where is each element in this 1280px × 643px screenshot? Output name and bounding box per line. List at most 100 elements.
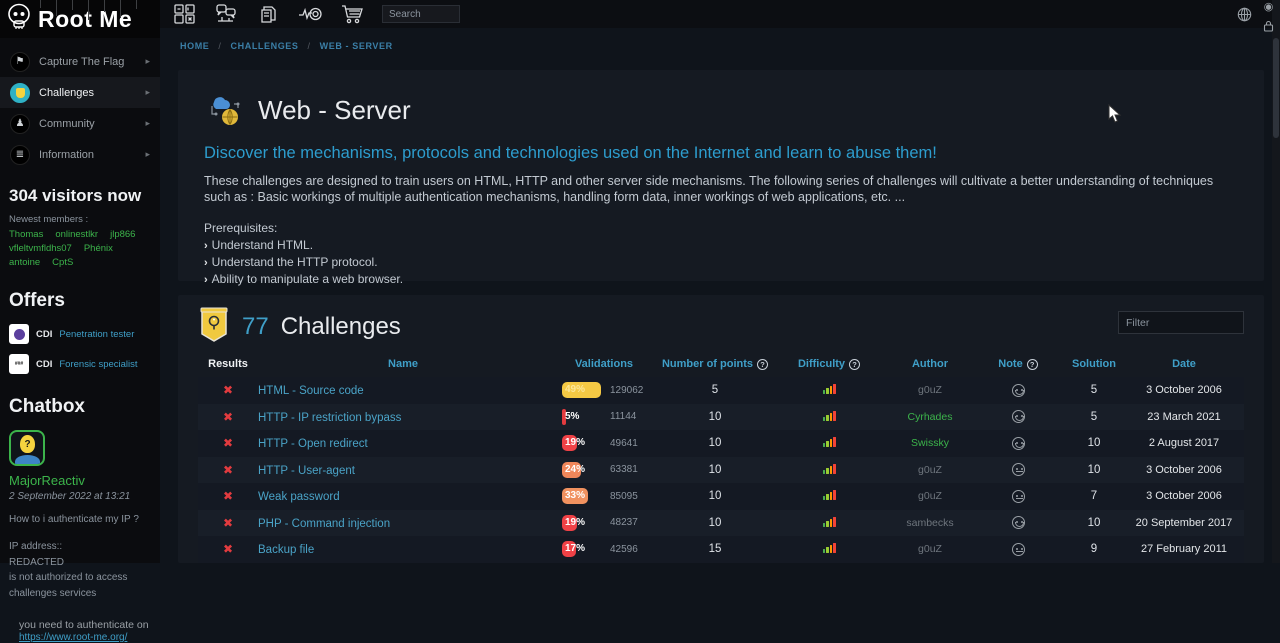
chat-quote-text: you need to authenticate on	[19, 619, 151, 631]
solution-count[interactable]: 5	[1064, 411, 1124, 423]
solution-count[interactable]: 10	[1064, 464, 1124, 476]
chat-message-line: is not authorized to access	[9, 570, 151, 586]
search-input[interactable]	[382, 5, 460, 23]
ctf-activity-icon[interactable]	[298, 3, 322, 25]
column-header-date[interactable]: Date	[1124, 358, 1244, 370]
chat-username-link[interactable]: MajorReactiv	[9, 473, 151, 488]
column-header-label: Results	[208, 358, 248, 370]
challenge-categories-icon[interactable]	[172, 3, 196, 25]
forum-chat-icon[interactable]	[214, 3, 238, 25]
solution-count[interactable]: 5	[1064, 384, 1124, 396]
breadcrumb-link[interactable]: WEB - SERVER	[320, 41, 393, 51]
scrollbar-thumb[interactable]	[1273, 38, 1279, 138]
sidebar-item-community[interactable]: ♟Community▸	[0, 108, 160, 139]
column-header-results[interactable]: Results	[198, 358, 258, 370]
table-row: ✖ HTML - Source code 49% 129062 5 g0uZ 5…	[198, 377, 1244, 404]
column-header-number-of-points[interactable]: Number of points?	[660, 358, 770, 370]
difficulty-bars-icon	[823, 516, 836, 527]
validation-pct: 33%	[565, 490, 585, 501]
lock-icon[interactable]	[1263, 20, 1274, 35]
category-header-panel: Web - Server Discover the mechanisms, pr…	[178, 70, 1264, 281]
member-link[interactable]: CptS	[52, 257, 73, 268]
flag-icon: ⚑	[10, 52, 30, 72]
validations-cell: 5% 11144	[548, 409, 660, 425]
chat-quote-link[interactable]: https://www.root-me.org/	[19, 632, 127, 643]
challenge-link[interactable]: Weak password	[258, 491, 340, 503]
validation-pct: 24%	[565, 464, 585, 475]
column-header-name[interactable]: Name	[258, 358, 548, 370]
column-header-difficulty[interactable]: Difficulty?	[770, 358, 888, 370]
avatar[interactable]: ?	[9, 430, 45, 466]
challenge-link[interactable]: HTTP - IP restriction bypass	[258, 412, 401, 424]
books-icon: ≣	[10, 145, 30, 165]
validation-count: 63381	[610, 464, 638, 475]
filter-input[interactable]	[1118, 311, 1244, 334]
chat-quote: you need to authenticate on https://www.…	[9, 619, 151, 643]
member-link[interactable]: onlinestlkr	[55, 229, 98, 240]
member-link[interactable]: Phénix	[84, 243, 113, 254]
logo[interactable]: Root Me	[0, 0, 160, 38]
avatar-head-icon: ?	[20, 435, 35, 453]
column-header-validations[interactable]: Validations	[548, 358, 660, 370]
author-cell[interactable]: g0uZ	[888, 464, 972, 476]
offer-item: ###CDIForensic specialist	[9, 354, 151, 374]
note-face-icon	[1012, 410, 1025, 423]
difficulty-cell	[770, 516, 888, 530]
solution-count[interactable]: 7	[1064, 490, 1124, 502]
member-link[interactable]: Thomas	[9, 229, 43, 240]
date-cell: 2 August 2017	[1124, 437, 1244, 449]
help-icon[interactable]: ?	[1027, 359, 1038, 370]
solution-count[interactable]: 10	[1064, 437, 1124, 449]
author-cell[interactable]: Cyrhades	[888, 411, 972, 423]
challenge-link[interactable]: Backup file	[258, 544, 314, 556]
solution-count[interactable]: 9	[1064, 543, 1124, 555]
points-cell: 10	[660, 490, 770, 502]
author-cell[interactable]: g0uZ	[888, 543, 972, 555]
topbar	[160, 0, 1280, 28]
hanging-decor-line	[40, 0, 41, 8]
breadcrumb-link[interactable]: HOME	[180, 41, 209, 51]
offer-link[interactable]: Forensic specialist	[59, 359, 137, 370]
sidebar-item-challenges[interactable]: Challenges▸	[0, 77, 160, 108]
challenge-link[interactable]: PHP - Command injection	[258, 518, 390, 530]
table-row: ✖ HTTP - IP restriction bypass 5% 11144 …	[198, 404, 1244, 431]
column-header-solution[interactable]: Solution	[1064, 358, 1124, 370]
sidebar-item-capture-the-flag[interactable]: ⚑Capture The Flag▸	[0, 46, 160, 77]
record-dot-icon[interactable]: ◉	[1264, 2, 1274, 13]
breadcrumb-link[interactable]: CHALLENGES	[231, 41, 299, 51]
offers-title: Offers	[9, 290, 151, 312]
author-cell[interactable]: Swissky	[888, 437, 972, 449]
difficulty-bars-icon	[823, 436, 836, 447]
sidebar-item-information[interactable]: ≣Information▸	[0, 139, 160, 170]
scrollbar[interactable]	[1272, 0, 1280, 563]
validation-count: 48237	[610, 517, 638, 528]
offer-link[interactable]: Penetration tester	[59, 329, 134, 340]
help-icon[interactable]: ?	[849, 359, 860, 370]
chat-message-line: challenges services	[9, 586, 151, 602]
author-cell[interactable]: g0uZ	[888, 490, 972, 502]
challenge-link[interactable]: HTTP - Open redirect	[258, 438, 368, 450]
table-header: ResultsNameValidationsNumber of points?D…	[198, 351, 1244, 377]
shop-cart-icon[interactable]	[340, 3, 364, 25]
author-cell[interactable]: g0uZ	[888, 384, 972, 396]
column-header-label: Note	[998, 358, 1022, 370]
solution-count[interactable]: 10	[1064, 517, 1124, 529]
result-failed-icon: ✖	[198, 410, 258, 424]
documents-icon[interactable]	[256, 3, 280, 25]
language-globe-icon[interactable]	[1237, 7, 1252, 27]
table-row: ✖ Weak password 33% 85095 10 g0uZ 7 3 Oc…	[198, 483, 1244, 510]
shield-icon	[10, 83, 30, 103]
help-icon[interactable]: ?	[757, 359, 768, 370]
skull-logo-icon	[6, 3, 32, 36]
author-cell[interactable]: sambecks	[888, 517, 972, 529]
column-header-author[interactable]: Author	[888, 358, 972, 370]
challenge-link[interactable]: HTML - Source code	[258, 385, 364, 397]
member-link[interactable]: jlp866	[110, 229, 135, 240]
validation-pct: 17%	[565, 543, 585, 554]
points-cell: 10	[660, 437, 770, 449]
column-header-note[interactable]: Note?	[972, 358, 1064, 370]
member-link[interactable]: antoine	[9, 257, 40, 268]
challenge-link[interactable]: HTTP - User-agent	[258, 465, 355, 477]
member-link[interactable]: vfleltvmfldhs07	[9, 243, 72, 254]
chat-message-block: IP address::REDACTEDis not authorized to…	[9, 539, 151, 601]
